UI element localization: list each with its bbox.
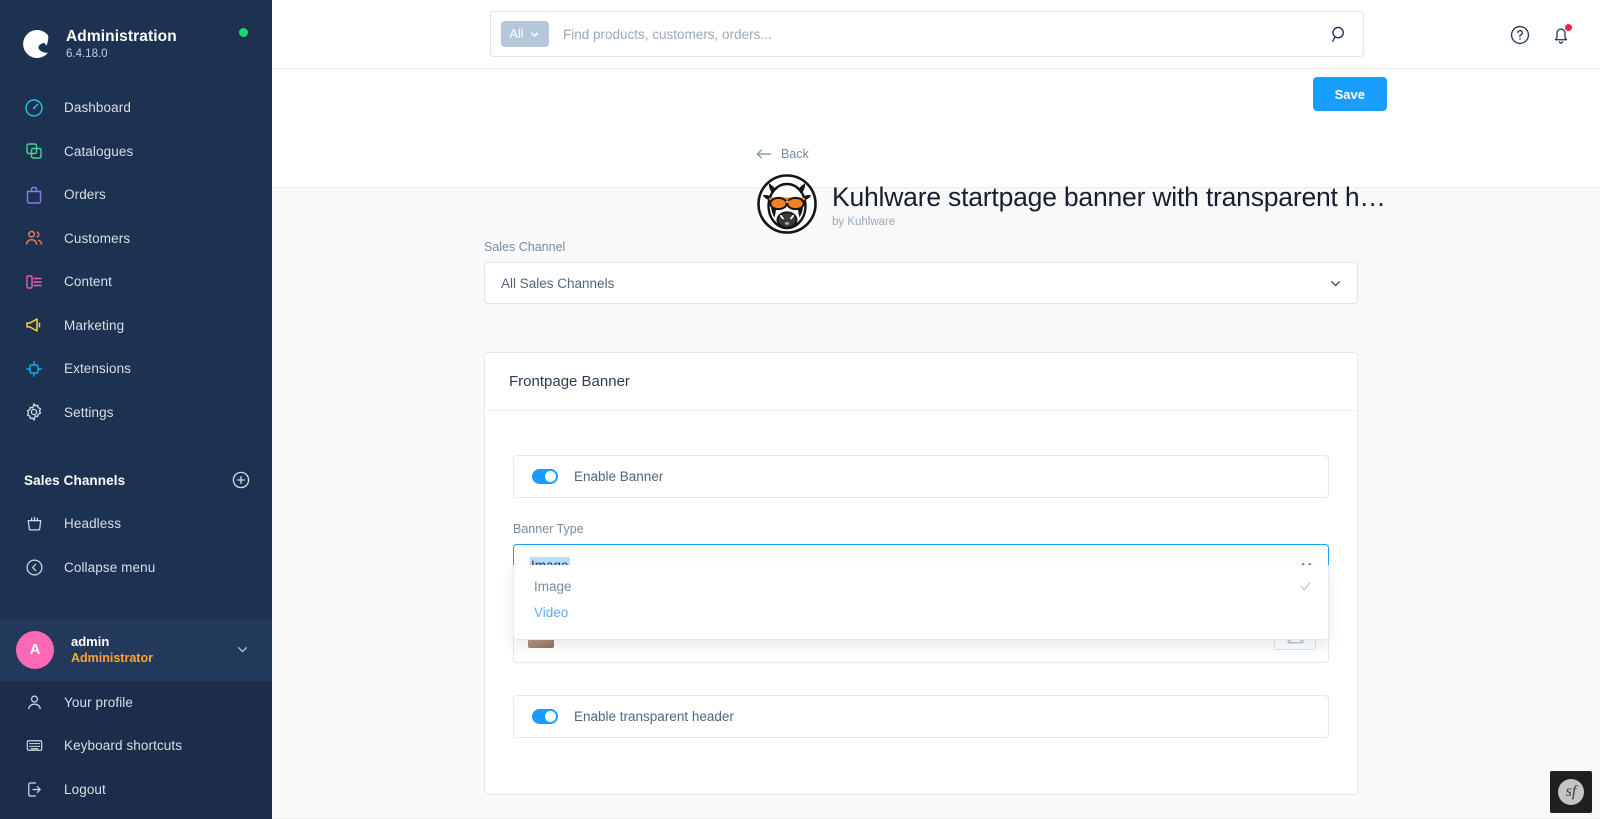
search-icon[interactable] bbox=[1330, 25, 1351, 44]
top-bar: All bbox=[272, 0, 1600, 69]
settings-icon bbox=[22, 400, 46, 424]
chevron-left-circle-icon bbox=[22, 555, 46, 579]
symfony-icon[interactable]: sf bbox=[1550, 771, 1592, 813]
help-circle-icon[interactable] bbox=[1509, 24, 1531, 46]
frontpage-banner-card: Frontpage Banner Enable Banner Banner Ty… bbox=[484, 352, 1358, 795]
card-title: Frontpage Banner bbox=[485, 353, 1357, 411]
sidebar-item-label: Marketing bbox=[64, 317, 125, 333]
back-label: Back bbox=[781, 147, 809, 161]
content-icon bbox=[22, 270, 46, 294]
sidebar-item-label: Orders bbox=[64, 187, 106, 203]
sidebar-item-label: Content bbox=[64, 274, 112, 290]
status-dot bbox=[239, 28, 248, 37]
sales-channel-field: Sales Channel All Sales Channels bbox=[484, 240, 1358, 304]
sidebar-item-label: Extensions bbox=[64, 361, 132, 377]
sidebar-sales-channels-header: Sales Channels bbox=[0, 458, 272, 502]
user-role: Administrator bbox=[71, 650, 153, 665]
dashboard-icon bbox=[22, 96, 46, 120]
banner-type-field: Banner Type Image Image bbox=[513, 522, 1329, 663]
sidebar-user-menu[interactable]: A admin Administrator bbox=[0, 618, 272, 681]
sales-channel-value: All Sales Channels bbox=[501, 275, 615, 291]
sidebar-item-label: Catalogues bbox=[64, 143, 134, 159]
sidebar-item-label: Dashboard bbox=[64, 100, 131, 116]
dropdown-option-image[interactable]: Image bbox=[514, 573, 1328, 599]
main-area: All Find products, customers, orders... … bbox=[272, 0, 1600, 819]
orders-icon bbox=[22, 183, 46, 207]
sidebar-brand[interactable]: Administration 6.4.18.0 bbox=[0, 0, 272, 70]
chevron-down-icon bbox=[1328, 276, 1343, 291]
shopware-logo-icon bbox=[22, 29, 52, 59]
enable-transparent-header-toggle[interactable] bbox=[532, 709, 558, 724]
top-bar-actions bbox=[1509, 0, 1573, 69]
search-input[interactable] bbox=[563, 26, 1330, 42]
plus-circle-icon[interactable] bbox=[232, 471, 250, 489]
keyboard-icon bbox=[22, 734, 46, 758]
sidebar-item-headless[interactable]: Headless bbox=[0, 502, 272, 546]
sidebar-item-label: Customers bbox=[64, 230, 131, 246]
user-icon bbox=[22, 690, 46, 714]
card-body: Enable Banner Banner Type Image Video En… bbox=[485, 411, 1357, 794]
sidebar-item-collapse-menu[interactable]: Collapse menu bbox=[0, 546, 272, 590]
save-button[interactable]: Save bbox=[1312, 77, 1387, 111]
global-search[interactable]: All bbox=[490, 11, 1364, 57]
enable-banner-toggle[interactable] bbox=[532, 469, 558, 484]
enable-banner-row[interactable]: Enable Banner bbox=[513, 455, 1329, 498]
sidebar-item-label: Your profile bbox=[64, 694, 133, 710]
dropdown-option-video[interactable]: Video bbox=[514, 599, 1328, 625]
banner-type-dropdown: Image Video bbox=[513, 565, 1329, 640]
chevron-down-icon[interactable] bbox=[235, 642, 250, 657]
sidebar-item-marketing[interactable]: Marketing bbox=[0, 304, 272, 348]
sidebar-item-catalogues[interactable]: Catalogues bbox=[0, 130, 272, 174]
page-header: Back Kuhlware startpage banner with tran… bbox=[272, 69, 1600, 234]
sidebar-item-orders[interactable]: Orders bbox=[0, 173, 272, 217]
sales-channels-title: Sales Channels bbox=[24, 472, 126, 488]
enable-transparent-header-row[interactable]: Enable transparent header bbox=[513, 695, 1329, 738]
content-area: Sales Channel All Sales Channels Frontpa… bbox=[272, 188, 1600, 819]
sidebar-item-label: Headless bbox=[64, 516, 122, 532]
sidebar-item-content[interactable]: Content bbox=[0, 260, 272, 304]
search-scope-dropdown[interactable]: All bbox=[501, 21, 549, 47]
sidebar-item-settings[interactable]: Settings bbox=[0, 391, 272, 435]
sidebar-item-logout[interactable]: Logout bbox=[0, 768, 272, 812]
avatar: A bbox=[16, 630, 54, 669]
bell-icon[interactable] bbox=[1550, 22, 1573, 46]
sidebar-item-customers[interactable]: Customers bbox=[0, 217, 272, 261]
sidebar-item-label: Logout bbox=[64, 781, 106, 797]
option-label: Video bbox=[534, 604, 569, 620]
back-link[interactable]: Back bbox=[756, 147, 809, 161]
option-label: Image bbox=[534, 578, 572, 594]
sidebar-item-extensions[interactable]: Extensions bbox=[0, 347, 272, 391]
sidebar-item-label: Settings bbox=[64, 404, 114, 420]
marketing-icon bbox=[22, 313, 46, 337]
settings-form: Sales Channel All Sales Channels Frontpa… bbox=[484, 240, 1358, 795]
sidebar-item-your-profile[interactable]: Your profile bbox=[0, 681, 272, 725]
enable-banner-label: Enable Banner bbox=[574, 469, 664, 484]
symfony-glyph: sf bbox=[1558, 779, 1584, 805]
customers-icon bbox=[22, 226, 46, 250]
sales-channel-label: Sales Channel bbox=[484, 240, 566, 254]
sidebar-item-label: Keyboard shortcuts bbox=[64, 738, 183, 754]
sidebar-item-dashboard[interactable]: Dashboard bbox=[0, 86, 272, 130]
sidebar-brand-title: Administration bbox=[66, 27, 177, 45]
catalogues-icon bbox=[22, 139, 46, 163]
sales-channel-select[interactable]: All Sales Channels bbox=[484, 262, 1358, 304]
sidebar: Administration 6.4.18.0 Dashboard Catalo… bbox=[0, 0, 272, 819]
basket-icon bbox=[22, 512, 46, 536]
sidebar-item-keyboard-shortcuts[interactable]: Keyboard shortcuts bbox=[0, 724, 272, 768]
enable-transparent-header-label: Enable transparent header bbox=[574, 709, 734, 724]
check-icon bbox=[1299, 580, 1312, 593]
search-scope-label: All bbox=[509, 27, 524, 41]
arrow-left-icon bbox=[756, 148, 772, 160]
notification-badge bbox=[1564, 22, 1573, 32]
banner-type-label: Banner Type bbox=[513, 522, 584, 536]
user-name: admin bbox=[71, 633, 110, 649]
chevron-down-icon bbox=[529, 29, 540, 40]
sidebar-footer: Your profile Keyboard shortcuts Logout bbox=[0, 680, 272, 819]
extensions-icon bbox=[22, 357, 46, 381]
sidebar-item-label: Collapse menu bbox=[64, 559, 156, 575]
sidebar-main-nav: Dashboard Catalogues Orders Customers Co… bbox=[0, 86, 272, 434]
logout-icon bbox=[22, 777, 46, 801]
sidebar-brand-version: 6.4.18.0 bbox=[66, 47, 108, 60]
